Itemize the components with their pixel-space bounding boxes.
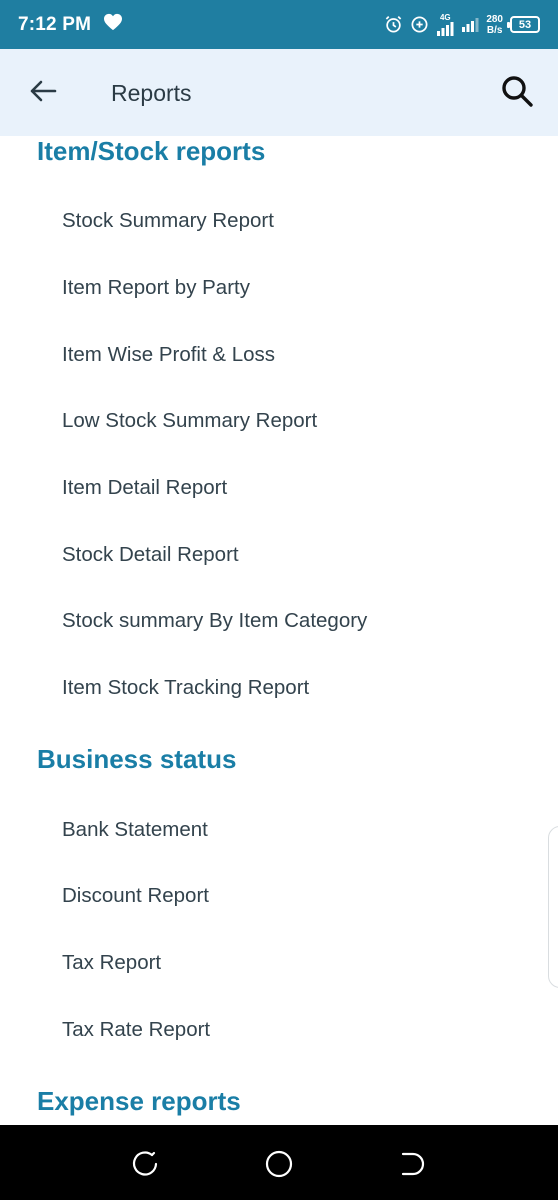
back-nav-icon — [398, 1152, 428, 1183]
report-item-item-detail[interactable]: Item Detail Report — [62, 476, 227, 500]
status-right: 4G 280 B/s 53 — [384, 12, 540, 36]
report-item-tax-rate-report[interactable]: Tax Rate Report — [62, 1018, 210, 1042]
navigation-bar — [0, 1125, 558, 1200]
section-header-item-stock: Item/Stock reports — [37, 136, 266, 166]
home-circle-icon — [264, 1150, 294, 1183]
heart-icon — [103, 13, 123, 36]
network-type: 4G — [439, 12, 451, 22]
report-item-discount-report[interactable]: Discount Report — [62, 884, 209, 908]
edge-panel-handle[interactable] — [548, 826, 558, 988]
battery-icon: 53 — [507, 16, 540, 33]
search-button[interactable] — [498, 74, 536, 112]
arrow-left-icon — [29, 79, 57, 108]
report-item-stock-summary[interactable]: Stock Summary Report — [62, 209, 274, 233]
net-speed-unit: B/s — [486, 24, 503, 36]
status-left: 7:12 PM — [18, 13, 123, 36]
search-icon — [500, 74, 534, 113]
page-title: Reports — [111, 80, 192, 106]
net-speed-value: 280 — [486, 13, 503, 25]
report-item-bank-statement[interactable]: Bank Statement — [62, 818, 208, 842]
alarm-icon — [384, 15, 403, 34]
back-button[interactable] — [26, 76, 60, 110]
net-speed: 280 B/s — [486, 14, 503, 36]
status-bar: 7:12 PM 4G 280 B/s 53 — [0, 0, 558, 49]
signal-icon-2 — [461, 17, 479, 32]
back-nav-button[interactable] — [398, 1149, 428, 1179]
recent-apps-button[interactable] — [130, 1149, 160, 1179]
report-item-tax-report[interactable]: Tax Report — [62, 951, 161, 975]
report-item-stock-summary-by-category[interactable]: Stock summary By Item Category — [62, 609, 367, 633]
report-item-stock-detail[interactable]: Stock Detail Report — [62, 543, 239, 567]
home-button[interactable] — [264, 1149, 294, 1179]
signal-icon: 4G — [436, 12, 454, 36]
data-saver-icon — [410, 15, 429, 34]
report-item-item-report-by-party[interactable]: Item Report by Party — [62, 276, 250, 300]
report-item-item-stock-tracking[interactable]: Item Stock Tracking Report — [62, 676, 309, 700]
toolbar: Reports — [0, 49, 558, 136]
battery-level: 53 — [518, 18, 532, 31]
status-time: 7:12 PM — [18, 13, 92, 35]
report-item-item-wise-profit-loss[interactable]: Item Wise Profit & Loss — [62, 343, 275, 367]
report-list: Item/Stock reports Stock Summary Report … — [0, 136, 558, 1125]
section-header-expense-reports: Expense reports — [37, 1086, 241, 1116]
section-header-business-status: Business status — [37, 744, 237, 774]
recent-apps-icon — [130, 1151, 160, 1183]
report-item-low-stock-summary[interactable]: Low Stock Summary Report — [62, 409, 317, 433]
